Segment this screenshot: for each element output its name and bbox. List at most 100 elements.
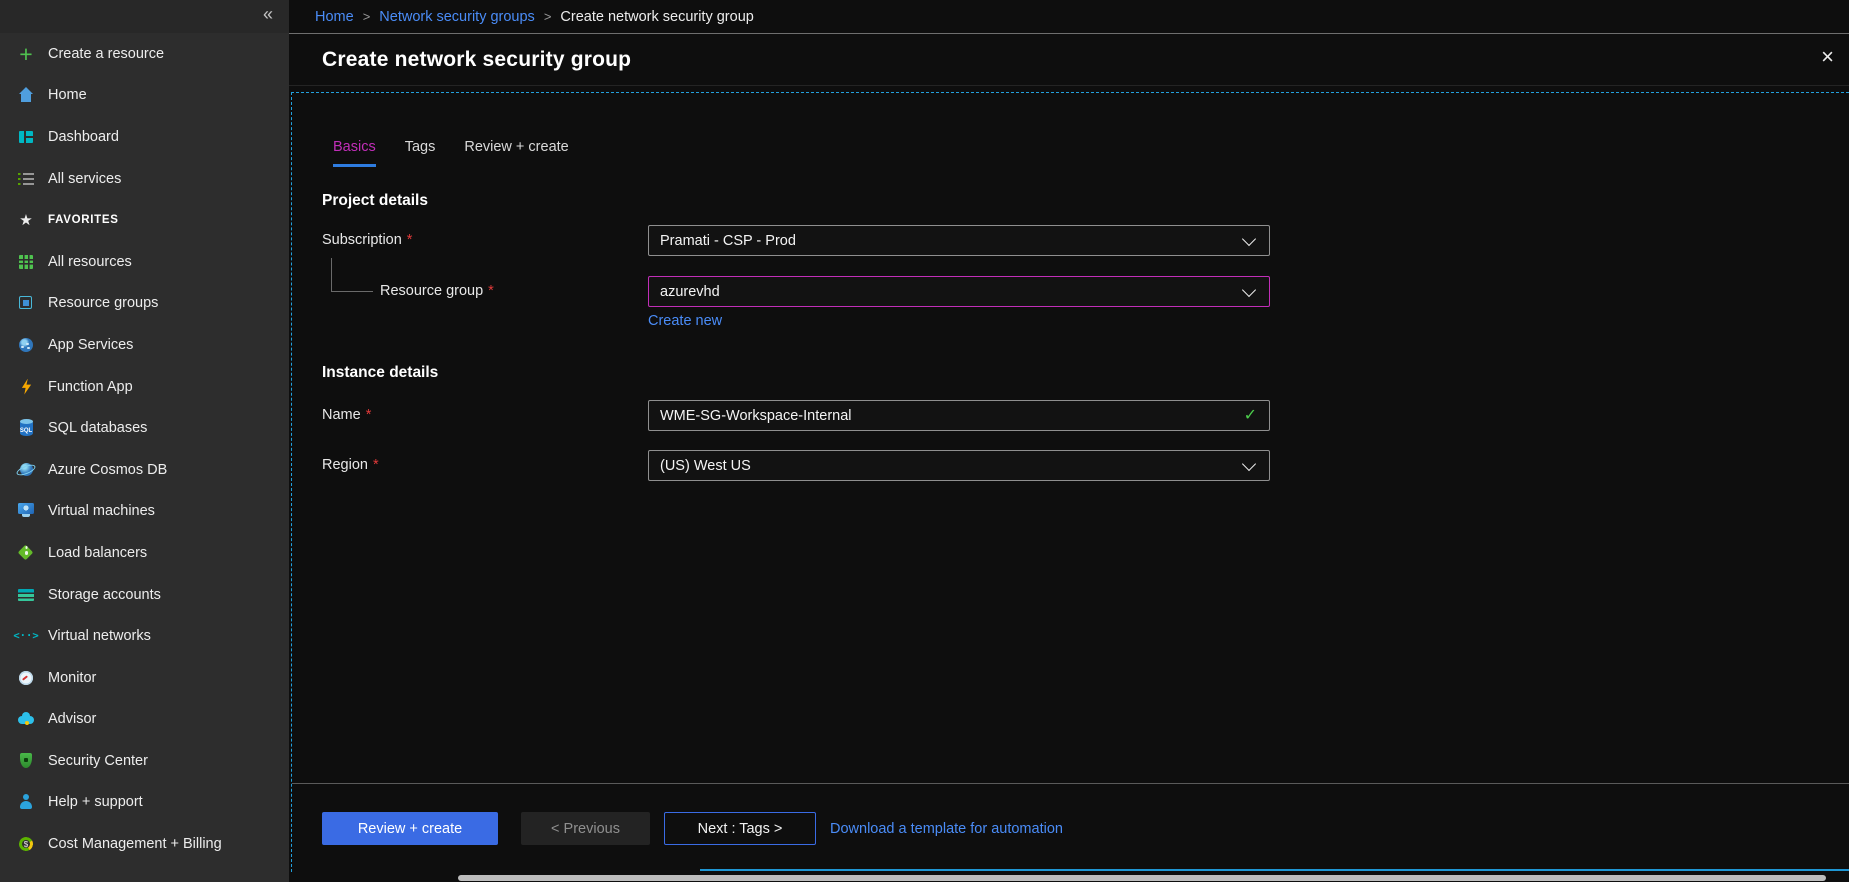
create-new-link[interactable]: Create new [648, 313, 722, 329]
review-create-button[interactable]: Review + create [322, 812, 498, 845]
sidebar-item-sql-databases[interactable]: SQL databases [0, 407, 289, 449]
sidebar-nav: Create a resource Home Dashboard All servic… [0, 33, 289, 865]
form-row-subscription: Subscription * Pramati - CSP - Prod [289, 225, 1849, 256]
sidebar-item-dashboard[interactable]: Dashboard [0, 116, 289, 158]
valid-check-icon: ✓ [1244, 401, 1257, 430]
breadcrumb-separator: > [544, 9, 552, 24]
sidebar-item-label: All services [48, 171, 121, 187]
subscription-dropdown[interactable]: Pramati - CSP - Prod [648, 225, 1270, 256]
name-label: Name * [322, 400, 371, 431]
region-dropdown[interactable]: (US) West US [648, 450, 1270, 481]
blade-title-bar: Create network security group × [289, 34, 1849, 86]
sidebar-item-label: Home [48, 87, 87, 103]
globe-icon [15, 335, 37, 355]
close-icon[interactable]: × [1821, 46, 1834, 68]
star-icon [15, 210, 37, 230]
label-text: Name [322, 407, 361, 423]
field-value: WME-SG-Workspace-Internal [660, 408, 852, 424]
sidebar-item-favorites[interactable]: FAVORITES [0, 199, 289, 241]
breadcrumb: Home > Network security groups > Create netw… [289, 0, 1849, 34]
content-focus-outline [291, 92, 1849, 872]
sidebar-item-function-app[interactable]: Function App [0, 366, 289, 408]
resource-group-dropdown[interactable]: azurevhd [648, 276, 1270, 307]
chevron-down-icon [1242, 457, 1256, 471]
cost-ring-icon [15, 834, 37, 854]
breadcrumb-network-security-groups[interactable]: Network security groups [379, 9, 535, 25]
chevron-down-icon [1242, 283, 1256, 297]
sidebar-item-advisor[interactable]: Advisor [0, 699, 289, 741]
sidebar-item-create-a-resource[interactable]: Create a resource [0, 33, 289, 75]
required-asterisk: * [373, 457, 379, 473]
sidebar-item-home[interactable]: Home [0, 75, 289, 117]
sidebar-header: « [0, 0, 289, 33]
form-row-name: Name * WME-SG-Workspace-Internal ✓ [289, 400, 1849, 431]
database-icon [15, 418, 37, 438]
sidebar-item-virtual-networks[interactable]: Virtual networks [0, 615, 289, 657]
sidebar-item-label: Function App [48, 379, 133, 395]
sidebar-item-label: App Services [48, 337, 133, 353]
sidebar-item-security-center[interactable]: Security Center [0, 740, 289, 782]
breadcrumb-create-network-security-group: Create network security group [560, 9, 753, 25]
sidebar-item-resource-groups[interactable]: Resource groups [0, 283, 289, 325]
required-asterisk: * [488, 283, 494, 299]
sidebar-item-label: Dashboard [48, 129, 119, 145]
footer-divider [292, 783, 1849, 784]
tab-tags[interactable]: Tags [405, 139, 436, 167]
next-tags-button[interactable]: Next : Tags > [664, 812, 816, 845]
resource-group-label: Resource group * [380, 276, 494, 307]
lightning-icon [15, 377, 37, 397]
sidebar-item-load-balancers[interactable]: Load balancers [0, 532, 289, 574]
tree-connector-vertical [331, 258, 332, 291]
field-value: azurevhd [660, 284, 720, 300]
sidebar-item-label: Monitor [48, 670, 96, 686]
sidebar-item-label: SQL databases [48, 420, 147, 436]
bars-icon [15, 585, 37, 605]
sidebar-item-cost-management[interactable]: Cost Management + Billing [0, 823, 289, 865]
breadcrumb-separator: > [363, 9, 371, 24]
sidebar-item-monitor[interactable]: Monitor [0, 657, 289, 699]
field-value: Pramati - CSP - Prod [660, 233, 796, 249]
page-title: Create network security group [322, 48, 631, 72]
breadcrumb-trail: Home > Network security groups > Create netw… [315, 9, 754, 25]
sidebar-item-label: Load balancers [48, 545, 147, 561]
breadcrumb-home[interactable]: Home [315, 9, 354, 25]
monitor-screen-icon [15, 501, 37, 521]
horizontal-scrollbar[interactable] [458, 875, 1826, 881]
sidebar-item-all-services[interactable]: All services [0, 158, 289, 200]
sidebar-item-all-resources[interactable]: All resources [0, 241, 289, 283]
sidebar-item-app-services[interactable]: App Services [0, 324, 289, 366]
sidebar-item-storage-accounts[interactable]: Storage accounts [0, 574, 289, 616]
tab-basics[interactable]: Basics [333, 139, 376, 167]
sidebar-item-help-support[interactable]: Help + support [0, 782, 289, 824]
previous-button[interactable]: < Previous [521, 812, 650, 845]
cloud-icon [15, 709, 37, 729]
sidebar-item-label: Storage accounts [48, 587, 161, 603]
label-text: Subscription [322, 232, 402, 248]
tab-review-create[interactable]: Review + create [464, 139, 568, 167]
diamond-icon [15, 543, 37, 563]
planet-icon [15, 460, 37, 480]
sidebar-item-virtual-machines[interactable]: Virtual machines [0, 491, 289, 533]
sidebar-item-label: Security Center [48, 753, 148, 769]
sidebar-item-label: All resources [48, 254, 132, 270]
label-text: Resource group [380, 283, 483, 299]
form-row-resource-group: Resource group*azurevhdCreate new [289, 276, 1849, 307]
collapse-sidebar-icon[interactable]: « [263, 4, 273, 25]
download-template-link[interactable]: Download a template for automation [830, 812, 1063, 845]
required-asterisk: * [366, 407, 372, 423]
sidebar-item-label: Create a resource [48, 46, 164, 62]
sidebar-item-azure-cosmos-db[interactable]: Azure Cosmos DB [0, 449, 289, 491]
wizard-tabs: Basics Tags Review + create [333, 139, 569, 167]
form-row-region: Region*(US) West US [289, 450, 1849, 481]
dashboard-icon [15, 127, 37, 147]
vnet-icon [15, 626, 37, 646]
name-input[interactable]: WME-SG-Workspace-Internal ✓ [648, 400, 1270, 431]
sidebar-item-label: Cost Management + Billing [48, 836, 222, 852]
field-value: (US) West US [660, 458, 751, 474]
section-heading-project: Project details [322, 192, 428, 210]
required-asterisk: * [407, 232, 413, 248]
sidebar-item-label: Advisor [48, 711, 96, 727]
sidebar: « Create a resource Home Dashboard All serv… [0, 0, 289, 882]
blade-bottom-edge [700, 869, 1849, 871]
tree-connector-horizontal [331, 291, 373, 292]
